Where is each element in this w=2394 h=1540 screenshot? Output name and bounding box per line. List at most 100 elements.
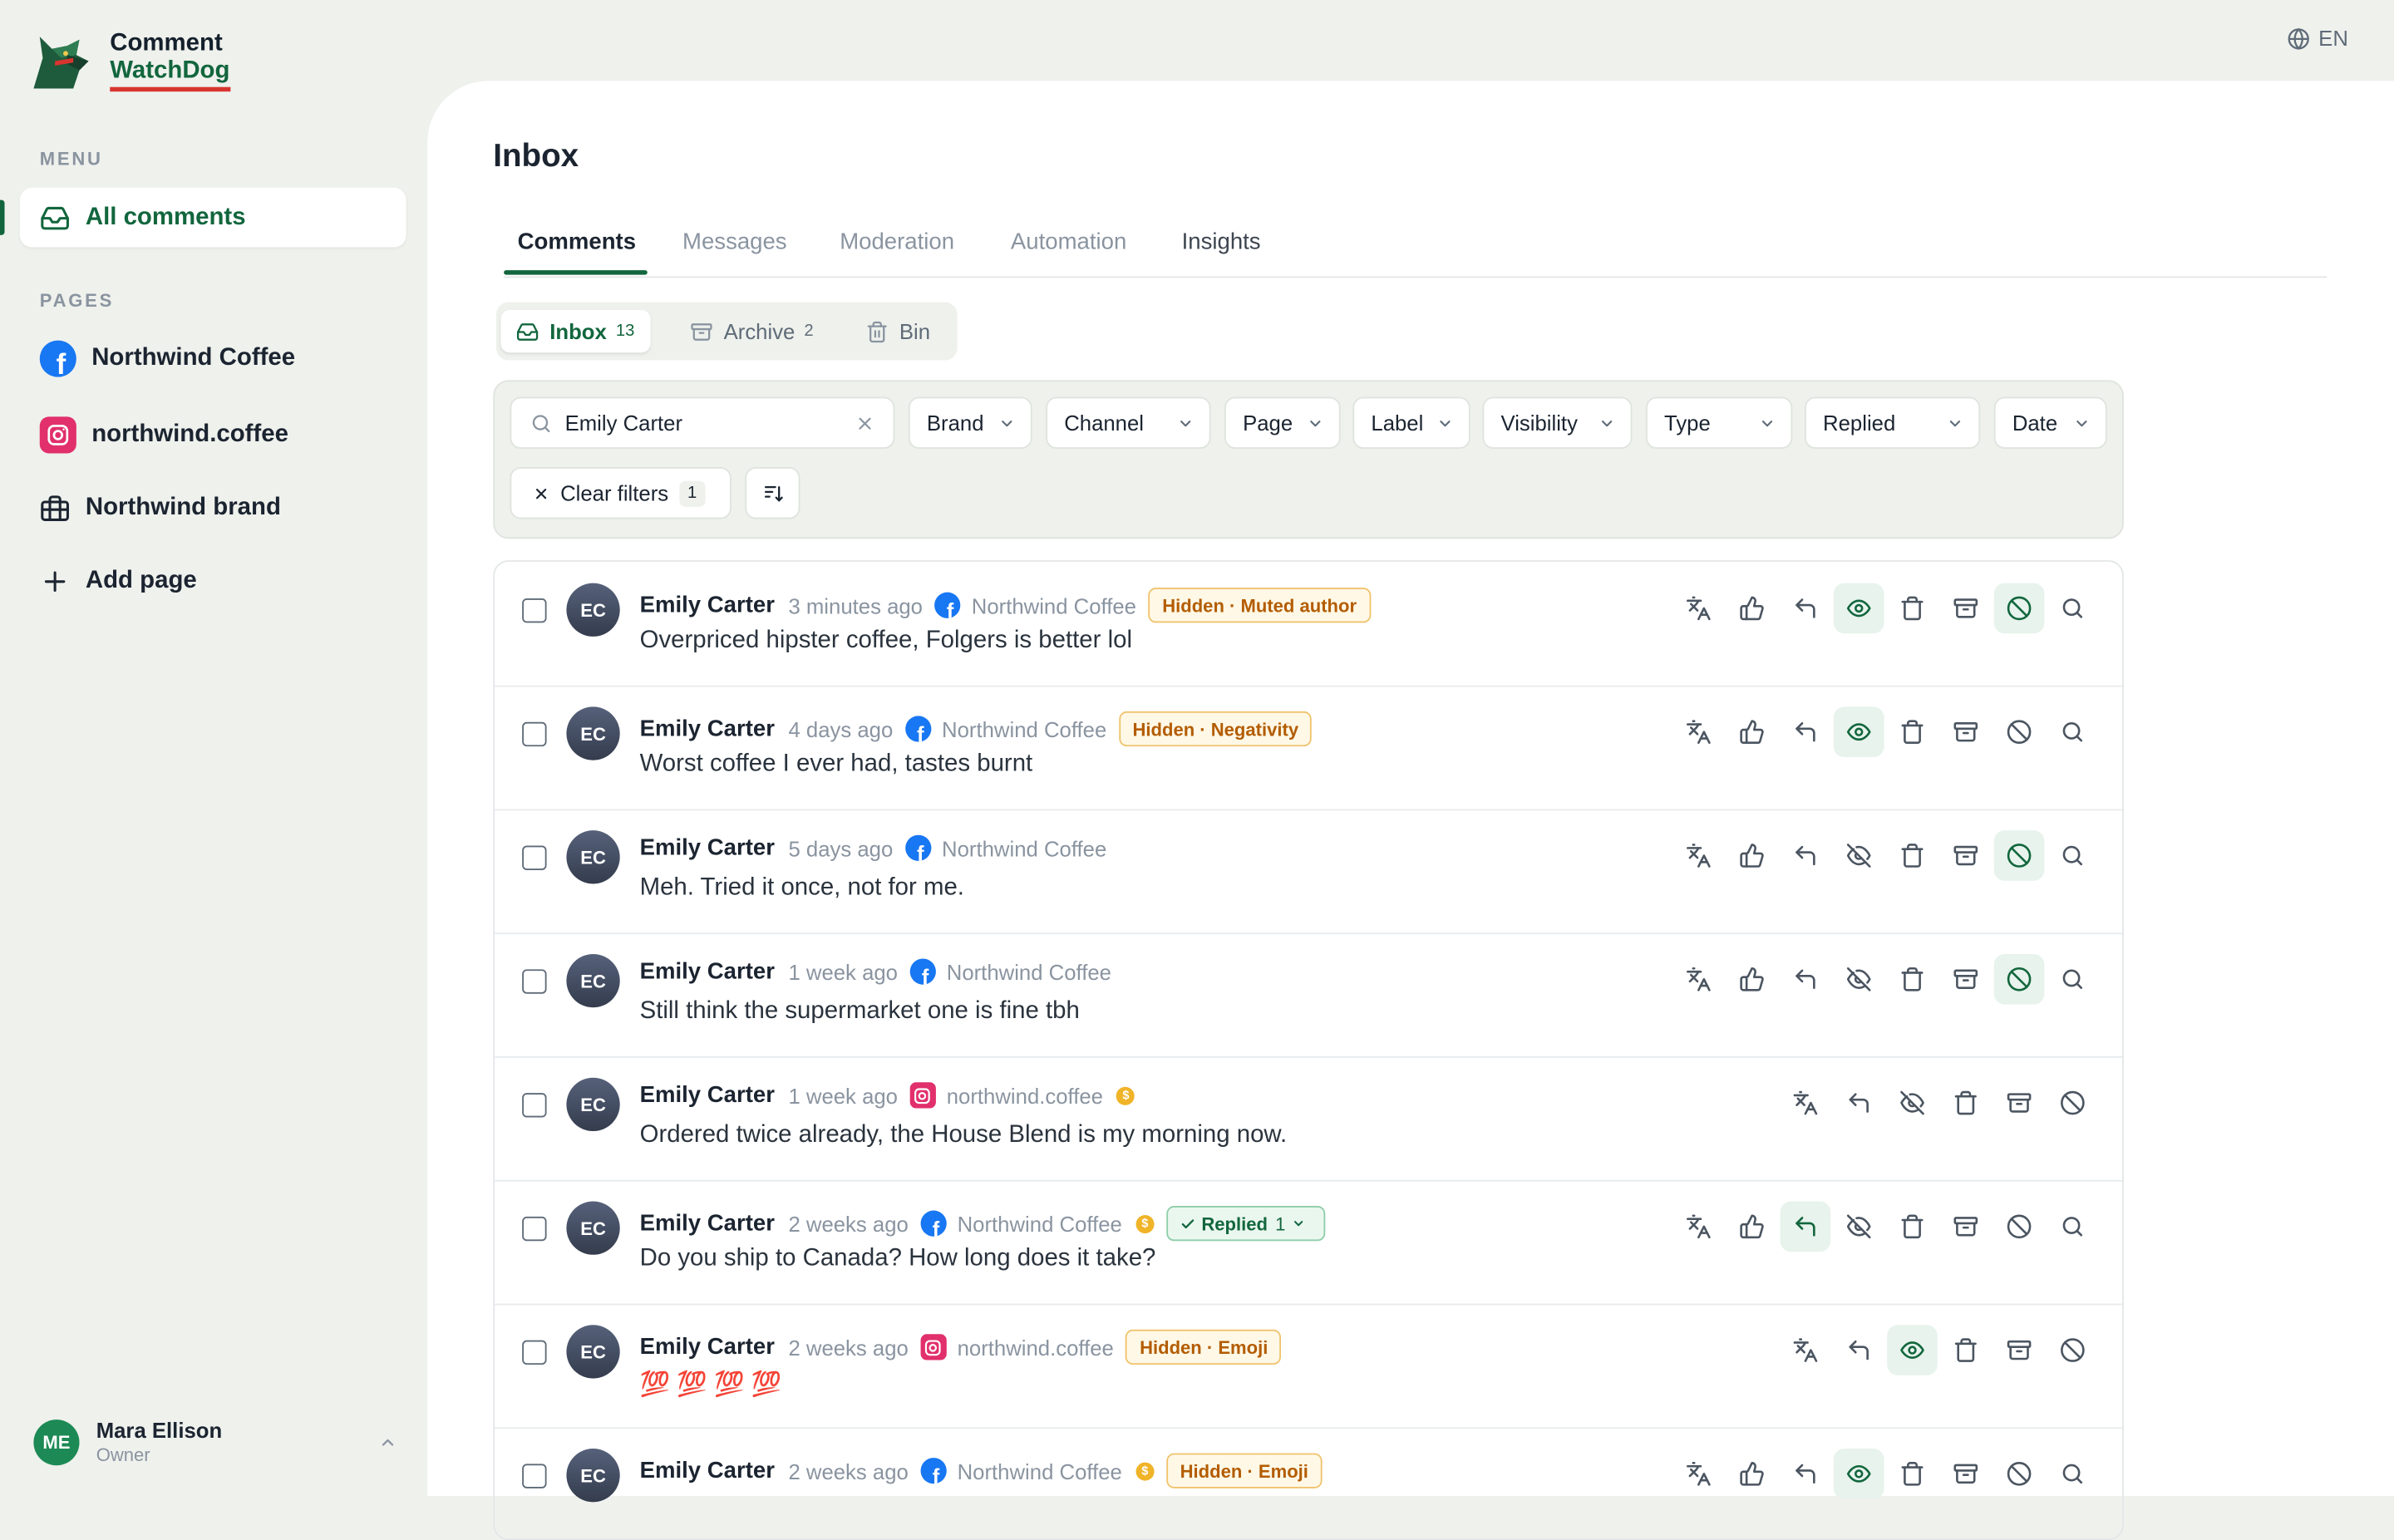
search-action-button[interactable] bbox=[2047, 1449, 2098, 1499]
language-switcher[interactable]: EN bbox=[2287, 26, 2348, 51]
reply-action-button[interactable] bbox=[1781, 706, 1831, 757]
row-checkbox[interactable] bbox=[522, 1464, 547, 1488]
eye-action-button[interactable] bbox=[1833, 706, 1884, 758]
reply-action-button[interactable] bbox=[1834, 1078, 1884, 1129]
comment-author[interactable]: Emily Carter bbox=[640, 835, 775, 861]
comment-row[interactable]: EC Emily Carter 2 weeks ago f Northwind Coff… bbox=[495, 1427, 2122, 1538]
trash-action-button[interactable] bbox=[1940, 1325, 1991, 1375]
reply-action-button[interactable] bbox=[1781, 583, 1831, 634]
trash-action-button[interactable] bbox=[1887, 954, 1938, 1005]
eye-off-action-button[interactable] bbox=[1834, 830, 1884, 881]
replied-badge[interactable]: Replied 1 bbox=[1166, 1206, 1326, 1242]
eye-off-action-button[interactable] bbox=[1834, 954, 1884, 1005]
row-checkbox[interactable] bbox=[522, 721, 547, 747]
comment-author[interactable]: Emily Carter bbox=[640, 1211, 775, 1237]
row-checkbox[interactable] bbox=[522, 845, 547, 870]
sidebar-item-page-instagram[interactable]: northwind.coffee bbox=[39, 416, 288, 454]
translate-action-button[interactable] bbox=[1781, 1078, 1831, 1129]
comment-author[interactable]: Emily Carter bbox=[640, 1458, 775, 1483]
search-input[interactable]: Emily Carter bbox=[510, 396, 895, 449]
ban-action-button[interactable] bbox=[1994, 1449, 2045, 1499]
search-action-button[interactable] bbox=[2047, 706, 2098, 757]
sort-button[interactable] bbox=[745, 467, 800, 519]
comment-row[interactable]: EC Emily Carter 1 week ago northwind.coffee… bbox=[495, 1056, 2123, 1182]
clear-filters-button[interactable]: Clear filters 1 bbox=[510, 467, 732, 519]
comment-row[interactable]: EC Emily Carter 3 minutes ago f Northwind Co… bbox=[495, 562, 2123, 687]
clear-search-icon[interactable] bbox=[855, 414, 875, 434]
trash-action-button[interactable] bbox=[1887, 1449, 1938, 1499]
ban-action-button[interactable] bbox=[1993, 830, 2045, 881]
translate-action-button[interactable] bbox=[1673, 706, 1724, 757]
eye-action-button[interactable] bbox=[1833, 1449, 1884, 1499]
filter-visibility-dropdown[interactable]: Visibility bbox=[1482, 396, 1633, 449]
ban-action-button[interactable] bbox=[1993, 583, 2045, 634]
comment-author[interactable]: Emily Carter bbox=[640, 1334, 775, 1360]
archive-action-button[interactable] bbox=[1940, 830, 1991, 881]
like-action-button[interactable] bbox=[1727, 954, 1777, 1005]
ban-action-button[interactable] bbox=[2047, 1325, 2098, 1375]
ban-action-button[interactable] bbox=[1994, 706, 2045, 757]
trash-action-button[interactable] bbox=[1940, 1078, 1991, 1129]
search-action-button[interactable] bbox=[2047, 954, 2098, 1005]
filter-channel-dropdown[interactable]: Channel bbox=[1046, 396, 1211, 449]
translate-action-button[interactable] bbox=[1673, 954, 1724, 1005]
brand-logo[interactable]: Comment WatchDog bbox=[27, 27, 230, 95]
archive-action-button[interactable] bbox=[1940, 706, 1991, 757]
translate-action-button[interactable] bbox=[1673, 1449, 1724, 1499]
filter-date-dropdown[interactable]: Date bbox=[1993, 396, 2107, 449]
like-action-button[interactable] bbox=[1727, 830, 1777, 881]
archive-action-button[interactable] bbox=[1940, 1202, 1991, 1252]
user-menu[interactable]: ME Mara Ellison Owner bbox=[33, 1418, 397, 1467]
folder-inbox-button[interactable]: Inbox 13 bbox=[500, 309, 650, 353]
translate-action-button[interactable] bbox=[1673, 830, 1724, 881]
comment-author[interactable]: Emily Carter bbox=[640, 1082, 775, 1108]
archive-action-button[interactable] bbox=[1940, 954, 1991, 1005]
sidebar-item-all-comments[interactable]: All comments bbox=[0, 187, 406, 248]
ban-action-button[interactable] bbox=[1993, 953, 2045, 1005]
reply-action-button[interactable] bbox=[1780, 1201, 1831, 1252]
tab-automation[interactable]: Automation bbox=[1011, 229, 1126, 255]
add-page-button[interactable]: Add page bbox=[40, 566, 197, 597]
filter-type-dropdown[interactable]: Type bbox=[1646, 396, 1793, 449]
reply-action-button[interactable] bbox=[1834, 1325, 1884, 1375]
tab-comments[interactable]: Comments bbox=[518, 229, 636, 255]
like-action-button[interactable] bbox=[1727, 583, 1777, 634]
filter-page-dropdown[interactable]: Page bbox=[1224, 396, 1341, 449]
filter-brand-dropdown[interactable]: Brand bbox=[908, 396, 1032, 449]
like-action-button[interactable] bbox=[1727, 706, 1777, 757]
search-action-button[interactable] bbox=[2047, 1202, 2098, 1252]
row-checkbox[interactable] bbox=[522, 1093, 547, 1118]
like-action-button[interactable] bbox=[1727, 1202, 1777, 1252]
archive-action-button[interactable] bbox=[1994, 1325, 2045, 1375]
ban-action-button[interactable] bbox=[1994, 1202, 2045, 1252]
row-checkbox[interactable] bbox=[522, 1216, 547, 1242]
archive-action-button[interactable] bbox=[1994, 1078, 2045, 1129]
comment-author[interactable]: Emily Carter bbox=[640, 716, 775, 741]
trash-action-button[interactable] bbox=[1887, 583, 1938, 634]
folder-archive-button[interactable]: Archive 2 bbox=[675, 310, 829, 352]
folder-bin-button[interactable]: Bin bbox=[850, 310, 945, 352]
row-checkbox[interactable] bbox=[522, 969, 547, 994]
tab-insights[interactable]: Insights bbox=[1182, 229, 1261, 255]
eye-off-action-button[interactable] bbox=[1887, 1078, 1938, 1129]
sidebar-item-page-facebook[interactable]: f Northwind Coffee bbox=[39, 340, 295, 377]
reply-action-button[interactable] bbox=[1781, 1449, 1831, 1499]
trash-action-button[interactable] bbox=[1887, 1202, 1938, 1252]
sidebar-item-page-brand[interactable]: Northwind brand bbox=[40, 493, 281, 524]
row-checkbox[interactable] bbox=[522, 1340, 547, 1365]
comment-row[interactable]: EC Emily Carter 5 days ago f Northwind Coffe… bbox=[495, 809, 2123, 935]
trash-action-button[interactable] bbox=[1887, 706, 1938, 757]
reply-action-button[interactable] bbox=[1781, 954, 1831, 1005]
comment-row[interactable]: EC Emily Carter 1 week ago f Northwind Coffe… bbox=[495, 932, 2123, 1058]
translate-action-button[interactable] bbox=[1781, 1325, 1831, 1375]
eye-action-button[interactable] bbox=[1887, 1325, 1938, 1375]
search-action-button[interactable] bbox=[2047, 583, 2098, 634]
comment-row[interactable]: EC Emily Carter 2 weeks ago northwind.coffe… bbox=[495, 1304, 2123, 1429]
eye-off-action-button[interactable] bbox=[1834, 1202, 1884, 1252]
filter-replied-dropdown[interactable]: Replied bbox=[1805, 396, 1981, 449]
tab-moderation[interactable]: Moderation bbox=[840, 229, 954, 255]
filter-label-dropdown[interactable]: Label bbox=[1352, 396, 1470, 449]
comment-author[interactable]: Emily Carter bbox=[640, 958, 775, 984]
translate-action-button[interactable] bbox=[1673, 583, 1724, 634]
like-action-button[interactable] bbox=[1727, 1449, 1777, 1499]
